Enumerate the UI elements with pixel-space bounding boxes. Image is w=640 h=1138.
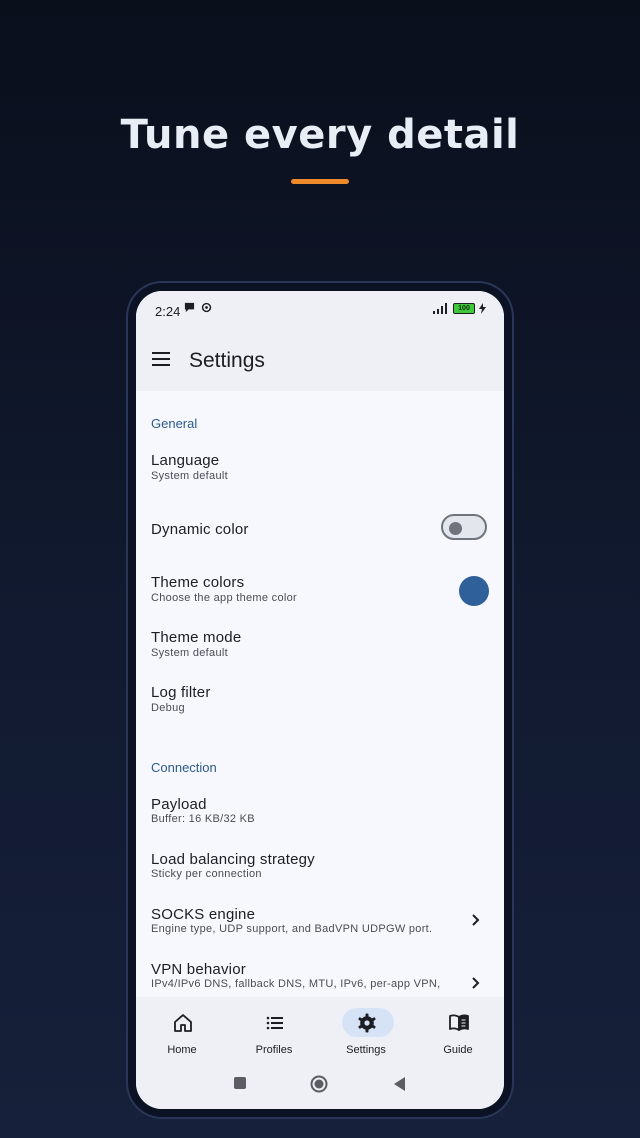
status-icons-right: 100: [433, 303, 486, 314]
pref-title: VPN behavior: [151, 961, 246, 978]
chat-icon: [184, 302, 195, 313]
book-icon: [449, 1014, 469, 1031]
nav-label: Settings: [346, 1044, 386, 1056]
top-app-bar: Settings: [136, 329, 504, 391]
charging-icon: [479, 303, 486, 314]
gear-icon: [358, 1013, 376, 1033]
status-icons-left: [184, 302, 212, 313]
phone-frame: 2:24 100 Settings General Language Syste…: [128, 283, 512, 1117]
pref-summary: System default: [151, 647, 228, 659]
status-bar: 2:24 100: [136, 291, 504, 329]
section-header-connection: Connection: [151, 760, 217, 775]
nav-label: Home: [167, 1044, 197, 1056]
home-icon: [174, 1014, 192, 1032]
settings-list[interactable]: General Language System default Dynamic …: [136, 391, 504, 997]
nav-label: Guide: [443, 1044, 473, 1056]
pref-title: Load balancing strategy: [151, 851, 315, 868]
nav-label: Profiles: [255, 1044, 293, 1056]
recents-icon[interactable]: [233, 1076, 247, 1090]
pref-summary: System default: [151, 470, 228, 482]
pref-title: Payload: [151, 796, 207, 813]
section-header-general: General: [151, 416, 198, 431]
pref-title: Log filter: [151, 684, 211, 701]
battery-icon: 100: [453, 303, 475, 314]
pref-title: Theme mode: [151, 629, 242, 646]
settings-status-icon: [201, 302, 212, 313]
chevron-right-icon: [472, 914, 480, 926]
pref-summary: Debug: [151, 702, 185, 714]
pref-summary: Choose the app theme color: [151, 592, 297, 604]
bottom-navigation: Home Profiles Settings Guide: [136, 997, 504, 1063]
hero-headline: Tune every detail: [120, 112, 520, 158]
phone-screen: 2:24 100 Settings General Language Syste…: [136, 291, 504, 1109]
status-time: 2:24: [155, 304, 181, 319]
nav-settings[interactable]: Settings: [320, 997, 412, 1063]
pref-summary: Buffer: 16 KB/32 KB: [151, 813, 255, 825]
system-navigation-bar: [136, 1063, 504, 1109]
signal-icon: [433, 303, 447, 314]
menu-icon[interactable]: [152, 351, 172, 367]
nav-guide[interactable]: Guide: [412, 997, 504, 1063]
switch-knob: [449, 522, 462, 535]
theme-color-swatch[interactable]: [459, 576, 489, 606]
pref-title: Dynamic color: [151, 521, 249, 538]
pref-title: Theme colors: [151, 574, 245, 591]
pref-title: Language: [151, 452, 220, 469]
chevron-right-icon: [472, 977, 480, 989]
pref-summary: Engine type, UDP support, and BadVPN UDP…: [151, 923, 433, 935]
dynamic-color-switch[interactable]: [441, 514, 487, 540]
accent-underline: [291, 179, 349, 184]
pref-title: SOCKS engine: [151, 906, 256, 923]
pref-summary: IPv4/IPv6 DNS, fallback DNS, MTU, IPv6, …: [151, 978, 441, 990]
back-icon[interactable]: [392, 1076, 406, 1092]
list-icon: [266, 1016, 283, 1030]
nav-home[interactable]: Home: [136, 997, 228, 1063]
page-title: Settings: [189, 349, 265, 372]
home-button-icon[interactable]: [310, 1075, 328, 1093]
nav-profiles[interactable]: Profiles: [228, 997, 320, 1063]
pref-summary: Sticky per connection: [151, 868, 262, 880]
